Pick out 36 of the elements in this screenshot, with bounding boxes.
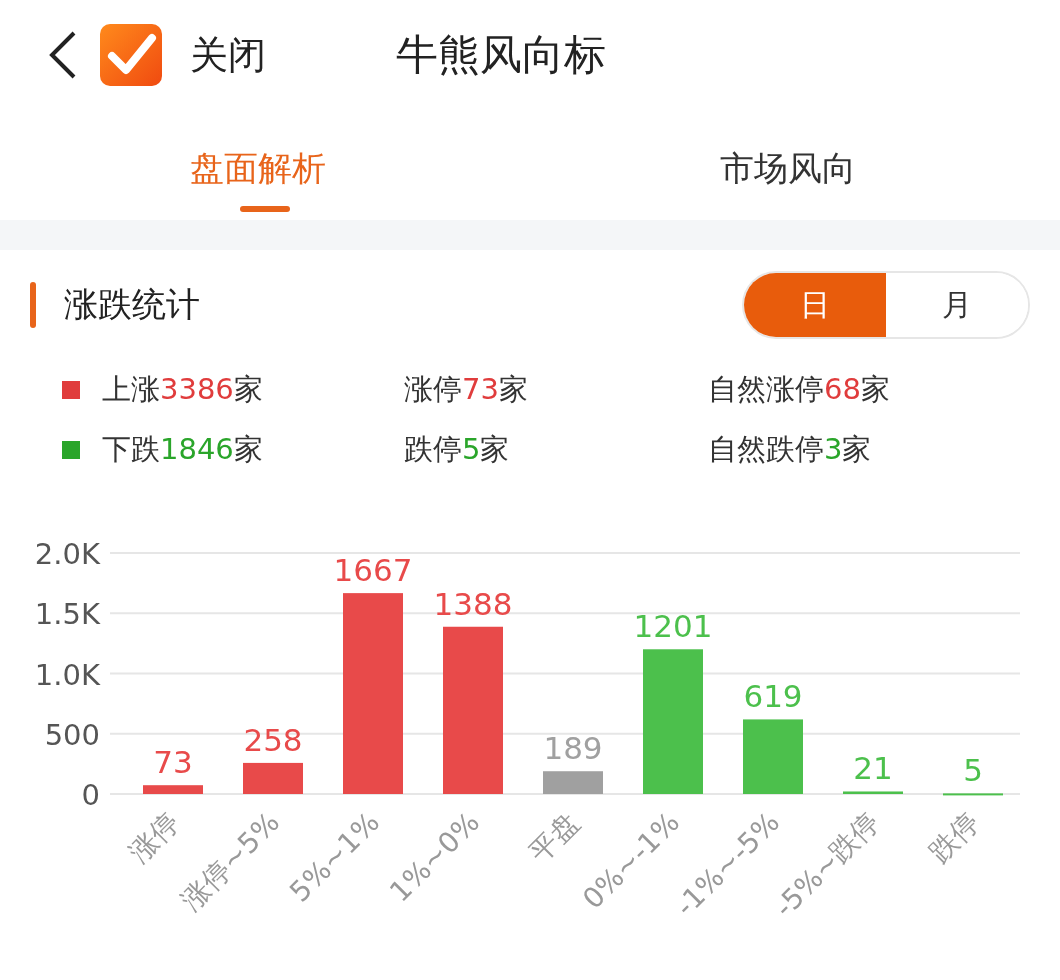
stat-text: 跌停5家 <box>404 431 510 468</box>
period-option[interactable]: 日 <box>744 273 886 337</box>
bar-value-label: 258 <box>243 721 303 758</box>
y-axis-label: 1.5K <box>34 597 100 632</box>
y-axis-label: 1.0K <box>34 657 100 692</box>
x-axis-label: 平盘 <box>523 805 586 869</box>
page-title: 牛熊风向标 <box>396 29 606 81</box>
stat-text: 自然跌停3家 <box>708 431 872 468</box>
bar <box>243 762 303 794</box>
y-axis-label: 0 <box>81 778 100 812</box>
stat-text: 上涨3386家 <box>102 371 263 408</box>
bar <box>943 793 1003 796</box>
bar-value-label: 73 <box>153 744 193 781</box>
tab[interactable]: 市场风向 <box>530 110 1060 220</box>
bar <box>843 791 903 794</box>
bar-value-label: 1388 <box>433 585 513 622</box>
bar <box>143 785 203 794</box>
x-axis-label: 涨停 <box>123 805 186 869</box>
bar <box>543 771 603 794</box>
bar-value-label: 5 <box>963 752 983 789</box>
stat-text: 下跌1846家 <box>102 431 263 468</box>
stat-text: 涨停73家 <box>404 371 528 408</box>
y-axis-label: 2.0K <box>34 537 100 571</box>
bar-value-label: 619 <box>743 678 803 715</box>
section-accent-bar <box>30 282 36 328</box>
x-axis-label: 跌停 <box>923 805 986 869</box>
checkmark-app-icon <box>100 24 162 86</box>
close-link[interactable]: 关闭 <box>190 29 266 81</box>
bar-value-label: 21 <box>853 750 893 787</box>
section-title: 涨跌统计 <box>64 283 201 326</box>
bar-value-label: 1201 <box>633 608 713 645</box>
stat-text: 自然涨停68家 <box>708 371 890 408</box>
back-icon[interactable] <box>48 30 78 80</box>
y-axis-label: 500 <box>44 717 100 752</box>
bar-value-label: 189 <box>543 730 603 767</box>
bar-value-label: 1667 <box>333 552 413 589</box>
